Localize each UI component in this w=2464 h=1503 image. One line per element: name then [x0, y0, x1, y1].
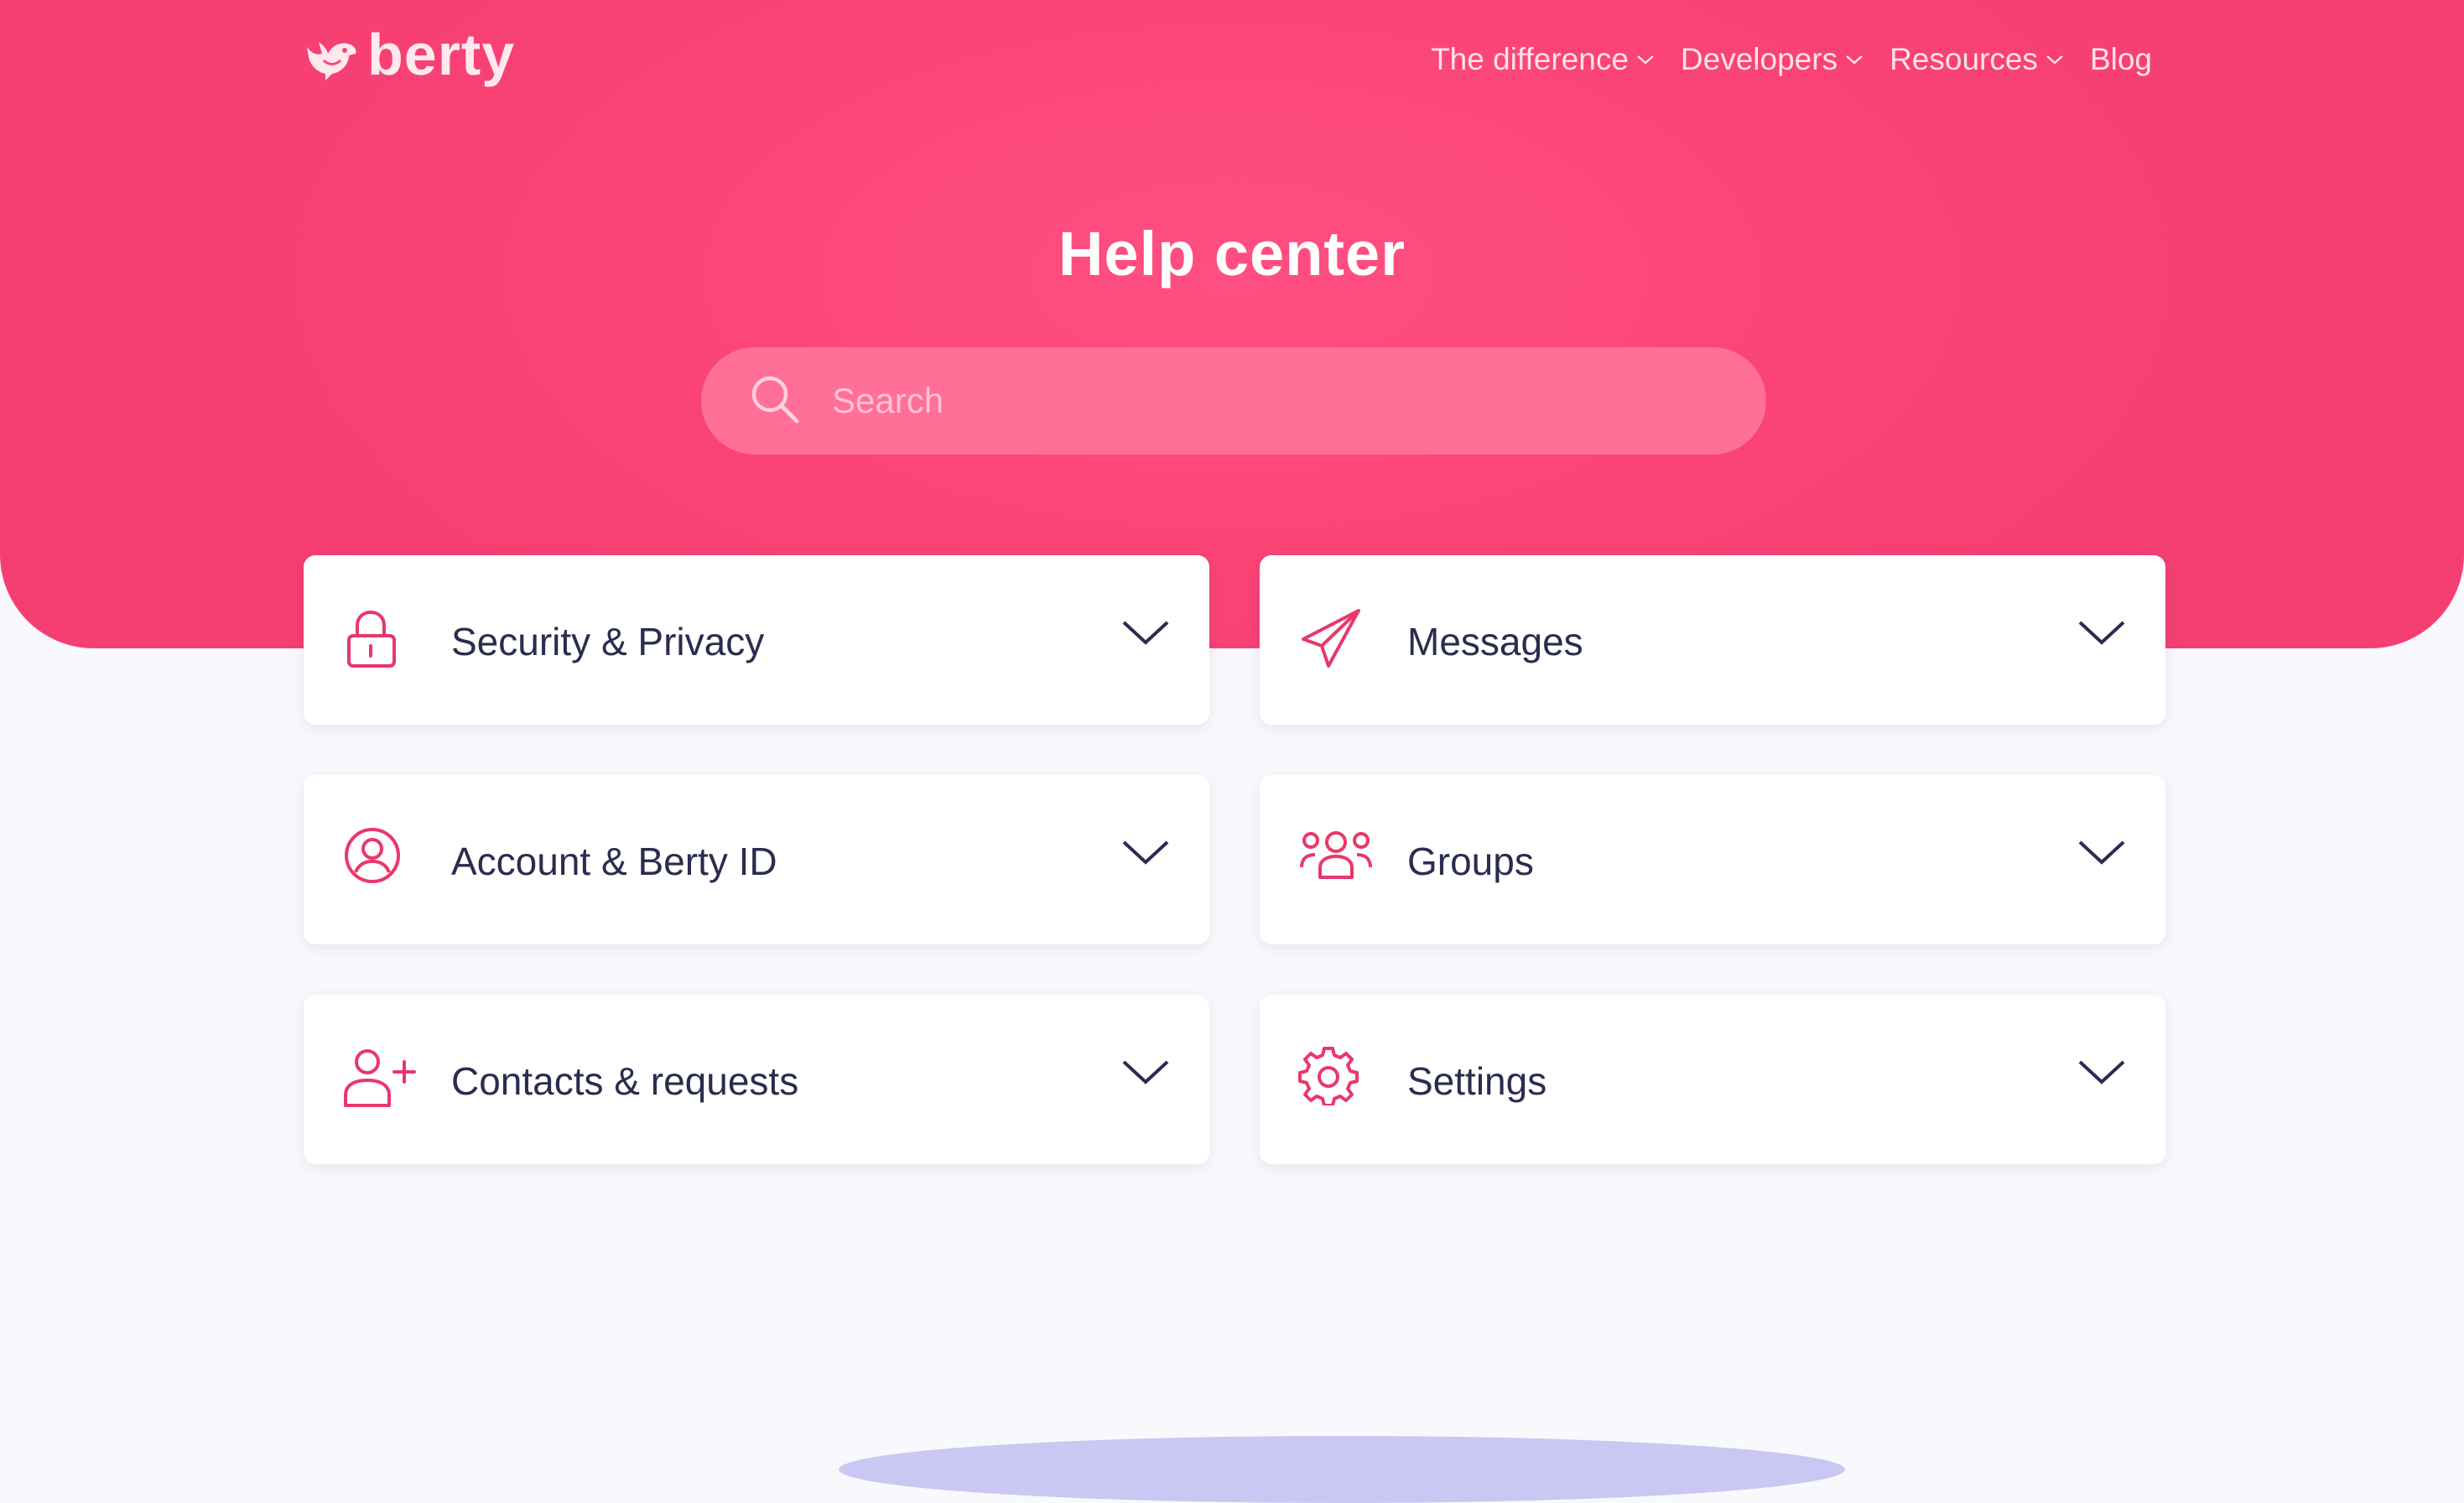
hero-banner — [0, 0, 2464, 648]
chevron-down-icon — [1120, 616, 1171, 653]
chevron-down-icon — [2077, 616, 2127, 653]
users-group-icon — [1298, 825, 1374, 890]
category-card-settings[interactable]: Settings — [1260, 995, 2165, 1164]
chevron-down-icon — [1120, 835, 1171, 873]
search-bar[interactable] — [701, 347, 1766, 455]
search-icon — [748, 372, 802, 430]
category-label: Groups — [1407, 840, 1534, 883]
nav-item-label: Resources — [1890, 42, 2038, 76]
decorative-footer-arc — [839, 1436, 1845, 1503]
chevron-down-icon — [1844, 53, 1864, 66]
nav-item-developers[interactable]: Developers — [1681, 42, 1864, 77]
user-circle-icon — [342, 825, 403, 890]
chevron-down-icon — [1635, 53, 1656, 66]
top-nav: The difference Developers Resources Blog — [1431, 42, 2152, 77]
category-label: Security & Privacy — [451, 620, 765, 663]
chevron-down-icon — [1120, 1055, 1171, 1093]
gear-icon — [1298, 1045, 1359, 1110]
category-label: Settings — [1407, 1059, 1547, 1103]
nav-item-label: Blog — [2089, 42, 2152, 76]
nav-item-label: The difference — [1431, 42, 1629, 76]
category-card-groups[interactable]: Groups — [1260, 775, 2165, 944]
brand-logo[interactable]: berty — [300, 25, 515, 87]
chevron-down-icon — [2045, 53, 2065, 66]
category-card-account-berty-id[interactable]: Account & Berty ID — [304, 775, 1209, 944]
nav-item-label: Developers — [1680, 42, 1838, 76]
category-label: Contacts & requests — [451, 1059, 799, 1103]
bird-logo-icon — [300, 29, 359, 87]
category-card-contacts-requests[interactable]: Contacts & requests — [304, 995, 1209, 1164]
nav-item-resources[interactable]: Resources — [1890, 42, 2065, 77]
add-user-icon — [342, 1045, 418, 1116]
nav-item-blog[interactable]: Blog — [2090, 42, 2152, 77]
brand-name: berty — [367, 22, 516, 87]
chevron-down-icon — [2077, 835, 2127, 873]
page-title: Help center — [1058, 219, 1406, 289]
category-card-security-privacy[interactable]: Security & Privacy — [304, 555, 1209, 725]
search-input[interactable] — [830, 380, 1672, 422]
category-label: Account & Berty ID — [451, 840, 777, 883]
category-card-messages[interactable]: Messages — [1260, 555, 2165, 725]
category-label: Messages — [1407, 620, 1583, 663]
chevron-down-icon — [2077, 1055, 2127, 1093]
nav-item-the-difference[interactable]: The difference — [1431, 42, 1656, 77]
lock-icon — [342, 606, 401, 677]
paper-plane-icon — [1298, 606, 1365, 677]
